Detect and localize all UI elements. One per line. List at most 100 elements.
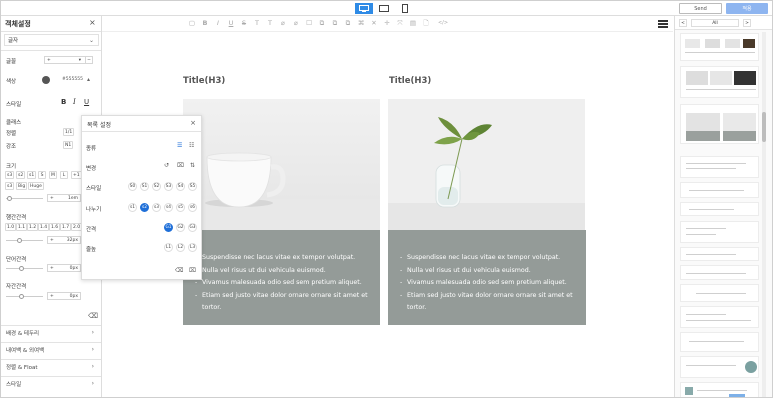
- list-item[interactable]: Vivamus malesuada odio sed sem pretium a…: [400, 277, 576, 290]
- color-swatch[interactable]: [42, 76, 50, 84]
- divider-style-button[interactable]: s3: [152, 203, 161, 212]
- toolbar-button[interactable]: ⌀: [292, 19, 300, 27]
- list-style-button[interactable]: S1: [140, 182, 149, 191]
- list-item[interactable]: Etiam sed justo vitae dolor ornare ornar…: [195, 290, 370, 315]
- template-thumbnail[interactable]: [680, 356, 759, 378]
- bullet-list-icon[interactable]: ☰: [177, 142, 182, 149]
- apply-button[interactable]: 적용: [726, 3, 768, 14]
- line-height-button[interactable]: 1.0: [5, 223, 17, 231]
- swap-icon[interactable]: ⇅: [190, 162, 195, 169]
- toolbar-button[interactable]: ⤧: [396, 19, 404, 28]
- page-prev-button[interactable]: <: [679, 19, 687, 27]
- size-slider-handle[interactable]: [7, 196, 12, 201]
- toolbar-button[interactable]: ✛: [383, 19, 391, 27]
- toolbar-button[interactable]: ⧉: [318, 19, 326, 28]
- template-thumbnail[interactable]: [680, 265, 759, 280]
- list-item[interactable]: Nulla vel risus ut dui vehicula euismod.: [195, 265, 370, 278]
- divider-style-button[interactable]: s5: [176, 203, 185, 212]
- spacing-button-selected[interactable]: G1: [164, 223, 173, 232]
- tablet-view-button[interactable]: [375, 3, 393, 14]
- line-height-button[interactable]: L3: [188, 243, 197, 252]
- close-icon[interactable]: ×: [89, 18, 96, 27]
- line-height-input[interactable]: +32px: [47, 236, 81, 244]
- size-button[interactable]: s3: [5, 182, 15, 190]
- spacing-button[interactable]: G3: [188, 223, 197, 232]
- toolbar-button[interactable]: </>: [436, 20, 450, 26]
- divider-style-button[interactable]: s4: [164, 203, 173, 212]
- trash-icon[interactable]: ⌧: [177, 162, 184, 169]
- toolbar-button[interactable]: ☐: [305, 19, 313, 27]
- size-button[interactable]: s2: [16, 171, 26, 179]
- list-style-button[interactable]: S5: [188, 182, 197, 191]
- size-button[interactable]: s1: [27, 171, 37, 179]
- line-height-button[interactable]: 1.7: [60, 223, 72, 231]
- list-item[interactable]: Suspendisse nec lacus vitae ex tempor vo…: [400, 252, 576, 265]
- scrollbar-thumb[interactable]: [762, 112, 766, 142]
- template-thumbnail[interactable]: [680, 382, 759, 397]
- section-spacing[interactable]: 내여백 & 외여백 ›: [1, 342, 101, 356]
- line-height-slider[interactable]: [6, 240, 43, 241]
- letter-spacing-slider-handle[interactable]: [19, 294, 24, 299]
- send-button[interactable]: Send: [679, 3, 722, 14]
- divider-style-button[interactable]: s1: [128, 203, 137, 212]
- line-height-button[interactable]: L2: [176, 243, 185, 252]
- list-style-button[interactable]: S0: [128, 182, 137, 191]
- trash-icon[interactable]: ⌧: [189, 267, 196, 274]
- list-style-button[interactable]: S4: [176, 182, 185, 191]
- word-spacing-input[interactable]: +0px: [47, 264, 81, 272]
- template-thumbnail[interactable]: [680, 247, 759, 261]
- toolbar-button[interactable]: ▤: [409, 19, 417, 27]
- word-spacing-slider[interactable]: [6, 268, 43, 269]
- line-height-button[interactable]: L1: [164, 243, 173, 252]
- italic-button[interactable]: I: [73, 98, 76, 106]
- list-item[interactable]: Suspendisse nec lacus vitae ex tempor vo…: [195, 252, 370, 265]
- toolbar-button[interactable]: ⧉: [331, 19, 339, 28]
- line-height-button[interactable]: 1.2: [27, 223, 39, 231]
- color-value[interactable]: #555555: [62, 77, 83, 82]
- list-style-button[interactable]: S3: [164, 182, 173, 191]
- mobile-view-button[interactable]: [396, 3, 414, 14]
- close-icon[interactable]: ×: [190, 119, 196, 127]
- desktop-view-button[interactable]: [355, 3, 373, 14]
- bold-button[interactable]: B: [61, 98, 66, 106]
- template-thumbnail[interactable]: [680, 221, 759, 243]
- page-select[interactable]: All: [691, 19, 739, 27]
- font-type-select[interactable]: 글자 ⌄: [4, 34, 99, 46]
- divider-style-button-selected[interactable]: s2: [140, 203, 149, 212]
- card-image[interactable]: [388, 99, 585, 230]
- template-thumbnail[interactable]: [680, 284, 759, 302]
- letter-spacing-input[interactable]: +0px: [47, 292, 81, 300]
- toolbar-button[interactable]: ⌀: [279, 19, 287, 27]
- line-height-button[interactable]: 1.4: [38, 223, 50, 231]
- toolbar-button[interactable]: S: [240, 19, 248, 27]
- page-next-button[interactable]: >: [743, 19, 751, 27]
- color-picker-icon[interactable]: ▴: [87, 76, 90, 83]
- size-input[interactable]: +1em: [47, 194, 81, 202]
- letter-spacing-slider[interactable]: [6, 296, 43, 297]
- divider-style-button[interactable]: s6: [188, 203, 197, 212]
- underline-button[interactable]: U: [84, 98, 89, 106]
- menu-icon[interactable]: [658, 20, 668, 28]
- template-thumbnail[interactable]: [680, 104, 759, 144]
- size-button[interactable]: s3: [5, 171, 15, 179]
- toolbar-button[interactable]: ⌘: [357, 19, 365, 27]
- section-align[interactable]: 정렬 & Float ›: [1, 359, 101, 373]
- template-thumbnail[interactable]: [680, 66, 759, 98]
- size-button[interactable]: Big: [16, 182, 28, 190]
- template-thumbnail[interactable]: [680, 202, 759, 216]
- section-border[interactable]: 배경 & 테두리 ›: [1, 325, 101, 339]
- template-thumbnail[interactable]: [680, 182, 759, 198]
- list-style-button[interactable]: S2: [152, 182, 161, 191]
- line-height-slider-handle[interactable]: [17, 238, 22, 243]
- list-item[interactable]: Etiam sed justo vitae dolor ornare ornar…: [400, 290, 576, 315]
- toolbar-button[interactable]: ▢: [188, 19, 196, 27]
- toolbar-button[interactable]: U: [227, 19, 235, 27]
- toolbar-button[interactable]: ✕: [370, 19, 378, 27]
- word-spacing-slider-handle[interactable]: [19, 266, 24, 271]
- spacing-button[interactable]: G2: [176, 223, 185, 232]
- eraser-icon[interactable]: ⌫: [175, 267, 183, 274]
- size-button[interactable]: Huge: [28, 182, 44, 190]
- card-title[interactable]: Title(H3): [183, 76, 225, 86]
- list-item[interactable]: Nulla vel risus ut dui vehicula euismod.: [400, 265, 576, 278]
- undo-icon[interactable]: ↺: [164, 162, 169, 169]
